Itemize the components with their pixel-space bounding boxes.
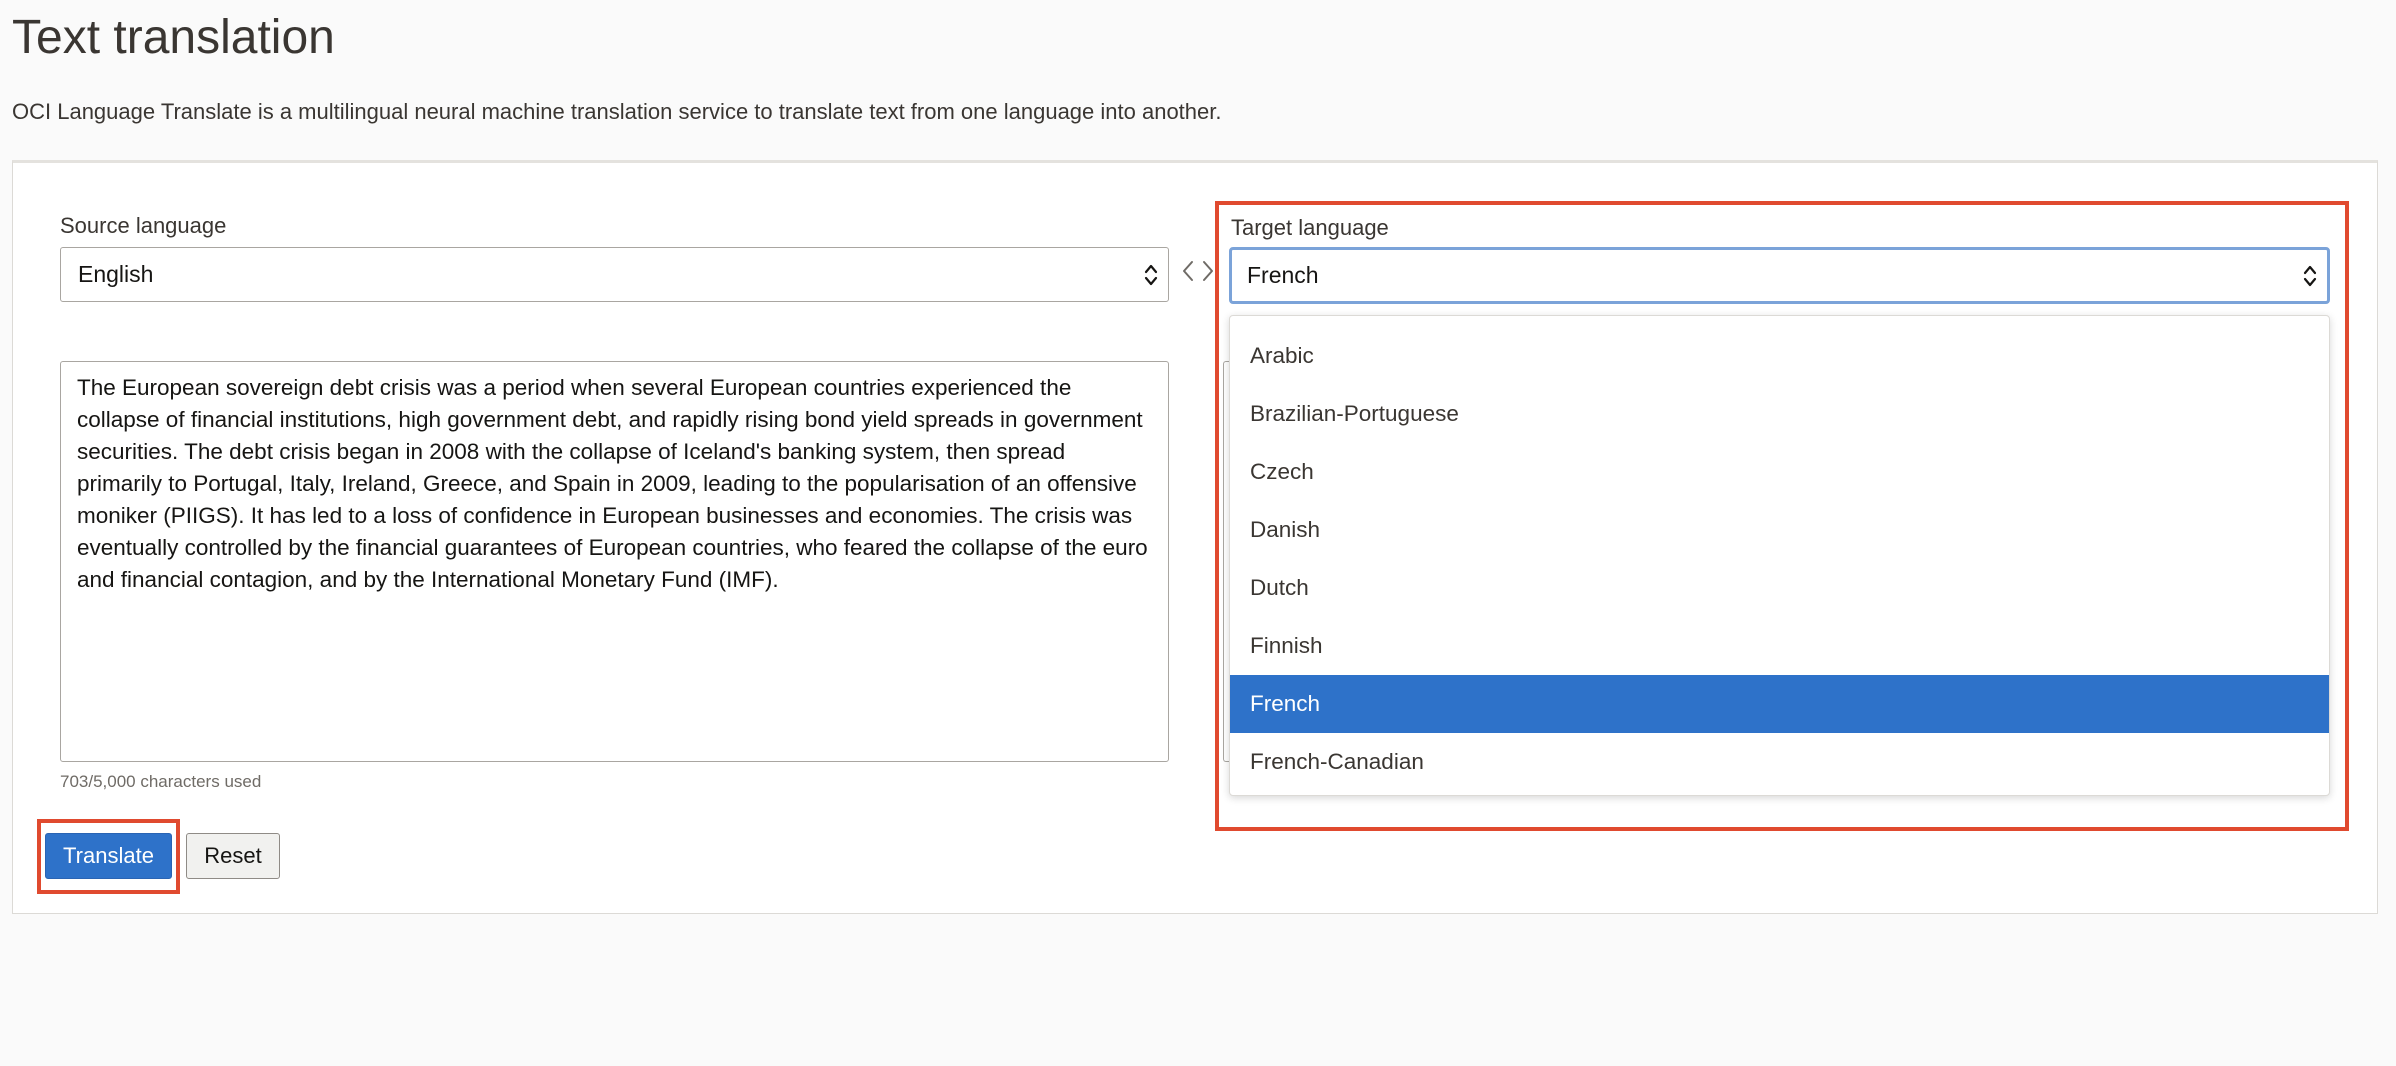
source-text-area[interactable]: The European sovereign debt crisis was a… — [60, 361, 1169, 762]
target-language-dropdown: Arabic Brazilian-Portuguese Czech Danish… — [1229, 315, 2330, 796]
target-language-value: French — [1247, 262, 1319, 288]
source-language-select[interactable]: English — [60, 247, 1169, 302]
language-option-czech[interactable]: Czech — [1230, 443, 2329, 501]
language-option-finnish[interactable]: Finnish — [1230, 617, 2329, 675]
page-description: OCI Language Translate is a multilingual… — [12, 99, 1222, 124]
language-option-danish[interactable]: Danish — [1230, 501, 2329, 559]
language-option-french[interactable]: French — [1230, 675, 2329, 733]
chevron-up-down-icon — [1144, 264, 1158, 285]
chevron-up-down-icon — [2303, 265, 2317, 286]
source-language-value: English — [78, 261, 154, 287]
character-count: 703/5,000 characters used — [60, 772, 262, 791]
language-option-french-canadian[interactable]: French-Canadian — [1230, 733, 2329, 791]
page-title: Text translation — [12, 11, 335, 64]
language-option-brazilian-portuguese[interactable]: Brazilian-Portuguese — [1230, 385, 2329, 443]
target-language-select[interactable]: French — [1229, 247, 2330, 304]
language-option-dutch[interactable]: Dutch — [1230, 559, 2329, 617]
translate-button[interactable]: Translate — [45, 833, 172, 879]
source-language-label: Source language — [60, 213, 227, 238]
reset-button[interactable]: Reset — [186, 833, 280, 879]
swap-languages-icon[interactable] — [1178, 258, 1218, 284]
language-option-arabic[interactable]: Arabic — [1230, 327, 2329, 385]
target-language-label: Target language — [1231, 215, 1389, 240]
